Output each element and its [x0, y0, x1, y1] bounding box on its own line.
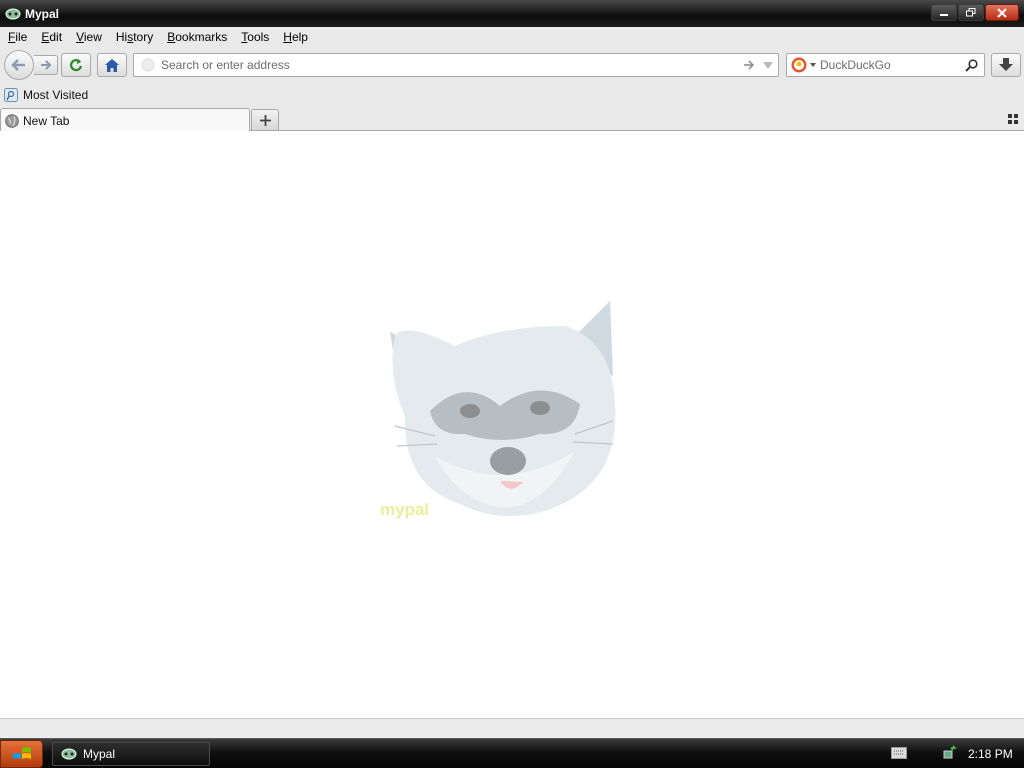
menu-edit[interactable]: Edit — [36, 30, 67, 44]
title-bar: Mypal — [0, 0, 1024, 27]
menu-bookmarks[interactable]: Bookmarks — [162, 30, 232, 44]
menu-tools[interactable]: Tools — [236, 30, 274, 44]
menu-bar: File Edit View History Bookmarks Tools H… — [0, 27, 1024, 47]
forward-button[interactable] — [34, 55, 58, 75]
menu-view[interactable]: View — [71, 30, 107, 44]
raccoon-logo: mypal — [380, 301, 616, 519]
go-arrow-icon[interactable] — [743, 60, 755, 70]
reload-button[interactable] — [61, 53, 91, 77]
engine-dropdown-icon[interactable] — [810, 63, 816, 67]
search-input[interactable] — [820, 58, 965, 72]
globe-icon — [5, 113, 19, 128]
windows-logo-icon — [12, 747, 31, 759]
restore-icon — [966, 8, 976, 17]
menu-help[interactable]: Help — [278, 30, 313, 44]
minimize-button[interactable] — [931, 4, 957, 21]
tab-new-tab[interactable]: New Tab — [0, 108, 250, 132]
address-bar[interactable] — [133, 53, 779, 77]
home-button[interactable] — [97, 53, 127, 77]
forward-arrow-icon — [40, 60, 51, 70]
network-icon[interactable] — [942, 745, 958, 761]
downloads-button[interactable] — [991, 53, 1021, 77]
url-input[interactable] — [161, 58, 743, 72]
home-icon — [105, 58, 119, 72]
bookmarks-toolbar: Most Visited — [0, 84, 1024, 106]
identity-globe-icon — [141, 58, 155, 72]
minimize-icon — [940, 13, 948, 16]
plus-icon — [259, 114, 271, 126]
back-arrow-icon — [11, 59, 25, 71]
new-tab-button[interactable] — [251, 109, 279, 130]
start-button[interactable] — [0, 740, 43, 768]
menu-file[interactable]: File — [3, 30, 32, 44]
tab-label: New Tab — [23, 113, 70, 128]
mypal-app-icon — [5, 7, 21, 21]
search-bar[interactable] — [786, 53, 985, 77]
back-button[interactable] — [4, 50, 34, 80]
status-bar — [0, 718, 1024, 738]
taskbar-item-mypal[interactable]: Mypal — [52, 742, 210, 766]
reload-icon — [69, 59, 83, 72]
duckduckgo-engine-icon[interactable] — [791, 57, 807, 73]
grid-icon — [1008, 114, 1018, 124]
navigation-toolbar — [0, 47, 1024, 84]
bookmark-most-visited[interactable]: Most Visited — [4, 88, 88, 102]
url-dropdown-icon[interactable] — [763, 61, 773, 69]
system-clock[interactable]: 2:18 PM — [968, 747, 1013, 761]
tab-strip: New Tab — [0, 106, 1024, 132]
mypal-app-icon — [61, 748, 77, 760]
close-button[interactable] — [985, 4, 1019, 21]
taskbar-item-label: Mypal — [83, 747, 116, 761]
bookmark-folder-icon — [4, 88, 18, 102]
bookmark-label: Most Visited — [23, 88, 89, 102]
keyboard-icon[interactable] — [891, 747, 907, 759]
close-icon — [997, 7, 1007, 18]
tab-list-button[interactable] — [1006, 112, 1020, 126]
os-taskbar: Mypal 2:18 PM — [0, 738, 1024, 768]
restore-button[interactable] — [958, 4, 984, 21]
window-title: Mypal — [25, 6, 60, 21]
search-icon[interactable] — [965, 58, 978, 72]
logo-text: mypal — [380, 500, 429, 519]
menu-history[interactable]: History — [111, 30, 158, 44]
page-content: mypal — [0, 131, 1024, 718]
back-forward-group — [4, 50, 58, 80]
download-arrow-icon — [999, 58, 1013, 71]
